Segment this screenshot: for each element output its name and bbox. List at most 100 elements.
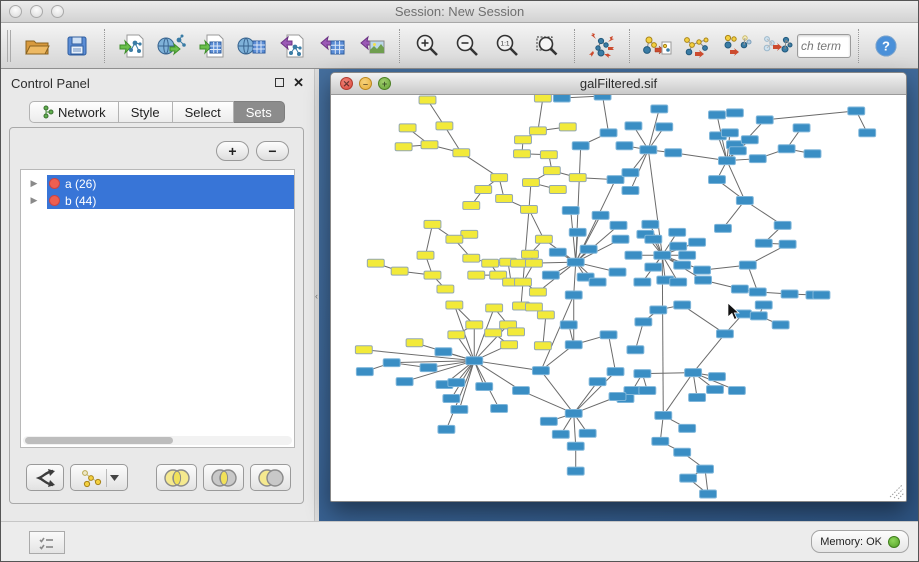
graph-node[interactable]: [511, 259, 528, 267]
graph-node[interactable]: [655, 411, 672, 419]
graph-node[interactable]: [451, 405, 468, 413]
graph-node[interactable]: [567, 467, 584, 475]
graph-node[interactable]: [656, 123, 673, 131]
group-nodes-button[interactable]: [677, 27, 717, 65]
list-item-set-a[interactable]: ▶ a (26): [21, 175, 294, 192]
graph-node[interactable]: [726, 109, 743, 117]
graph-node[interactable]: [463, 201, 480, 209]
graph-node[interactable]: [709, 111, 726, 119]
open-file-button[interactable]: [17, 27, 57, 65]
graph-node[interactable]: [622, 169, 639, 177]
graph-node[interactable]: [395, 143, 412, 151]
scrollbar-thumb[interactable]: [25, 437, 173, 444]
graph-node[interactable]: [356, 368, 373, 376]
graph-node[interactable]: [612, 235, 629, 243]
graph-node[interactable]: [534, 342, 551, 350]
graph-node[interactable]: [446, 301, 463, 309]
graph-node[interactable]: [420, 364, 437, 372]
graph-node[interactable]: [466, 357, 483, 365]
graph-node[interactable]: [406, 339, 423, 347]
graph-node[interactable]: [680, 474, 697, 482]
tab-network[interactable]: Network: [29, 101, 119, 123]
new-group-button[interactable]: [637, 27, 677, 65]
graph-node[interactable]: [665, 149, 682, 157]
graph-node[interactable]: [508, 328, 525, 336]
network-window-titlebar[interactable]: ✕ – + galFiltered.sif: [331, 73, 906, 95]
graph-node[interactable]: [580, 245, 597, 253]
graph-node[interactable]: [594, 95, 611, 100]
graph-node[interactable]: [537, 311, 554, 319]
graph-node[interactable]: [685, 369, 702, 377]
graph-node[interactable]: [627, 346, 644, 354]
toolbar-grip[interactable]: [7, 30, 11, 62]
task-history-button[interactable]: [29, 531, 65, 554]
graph-node[interactable]: [645, 263, 662, 271]
graph-node[interactable]: [501, 341, 518, 349]
graph-node[interactable]: [741, 136, 758, 144]
graph-node[interactable]: [399, 124, 416, 132]
import-network-file-button[interactable]: [112, 27, 152, 65]
graph-node[interactable]: [709, 176, 726, 184]
graph-node[interactable]: [609, 268, 626, 276]
graph-node[interactable]: [610, 221, 627, 229]
graph-node[interactable]: [781, 290, 798, 298]
difference-sets-button[interactable]: [250, 464, 291, 491]
graph-node[interactable]: [468, 271, 485, 279]
graph-node[interactable]: [679, 251, 696, 259]
import-table-url-button[interactable]: [232, 27, 272, 65]
graph-node[interactable]: [367, 259, 384, 267]
graph-node[interactable]: [714, 224, 731, 232]
graph-node[interactable]: [700, 490, 717, 498]
graph-node[interactable]: [634, 370, 651, 378]
import-network-url-button[interactable]: [152, 27, 192, 65]
graph-node[interactable]: [525, 303, 542, 311]
graph-node[interactable]: [569, 174, 586, 182]
graph-node[interactable]: [650, 306, 667, 314]
graph-node[interactable]: [749, 288, 766, 296]
graph-node[interactable]: [572, 142, 589, 150]
graph-node[interactable]: [579, 429, 596, 437]
ungroup-button[interactable]: [717, 27, 757, 65]
list-item-set-b[interactable]: ▶ b (44): [21, 192, 294, 209]
graph-node[interactable]: [589, 378, 606, 386]
graph-node[interactable]: [729, 147, 746, 155]
graph-node[interactable]: [640, 146, 657, 154]
graph-node[interactable]: [542, 271, 559, 279]
network-canvas[interactable]: [331, 95, 906, 501]
graph-node[interactable]: [463, 254, 480, 262]
graph-node[interactable]: [534, 95, 551, 102]
graph-node[interactable]: [515, 136, 532, 144]
add-set-button[interactable]: +: [216, 141, 249, 161]
graph-node[interactable]: [466, 321, 483, 329]
graph-node[interactable]: [525, 259, 542, 267]
graph-node[interactable]: [718, 157, 735, 165]
graph-node[interactable]: [491, 404, 508, 412]
graph-node[interactable]: [435, 348, 452, 356]
graph-node[interactable]: [453, 149, 470, 157]
help-button[interactable]: ?: [866, 27, 906, 65]
graph-node[interactable]: [634, 278, 651, 286]
graph-node[interactable]: [697, 465, 714, 473]
graph-node[interactable]: [549, 248, 566, 256]
graph-node[interactable]: [521, 205, 538, 213]
graph-node[interactable]: [540, 151, 557, 159]
graph-node[interactable]: [772, 321, 789, 329]
graph-node[interactable]: [755, 301, 772, 309]
graph-node[interactable]: [529, 127, 546, 135]
graph-node[interactable]: [523, 179, 540, 187]
graph-node[interactable]: [731, 285, 748, 293]
splitter-handle[interactable]: ‹: [315, 291, 318, 301]
graph-node[interactable]: [600, 331, 617, 339]
graph-node[interactable]: [600, 129, 617, 137]
zoom-in-button[interactable]: [407, 27, 447, 65]
graph-node[interactable]: [491, 174, 508, 182]
graph-node[interactable]: [689, 238, 706, 246]
graph-node[interactable]: [448, 379, 465, 387]
graph-node[interactable]: [485, 329, 502, 337]
graph-node[interactable]: [417, 251, 434, 259]
graph-node[interactable]: [424, 220, 441, 228]
graph-node[interactable]: [607, 368, 624, 376]
graph-node[interactable]: [515, 278, 532, 286]
graph-node[interactable]: [560, 321, 577, 329]
graph-node[interactable]: [607, 176, 624, 184]
